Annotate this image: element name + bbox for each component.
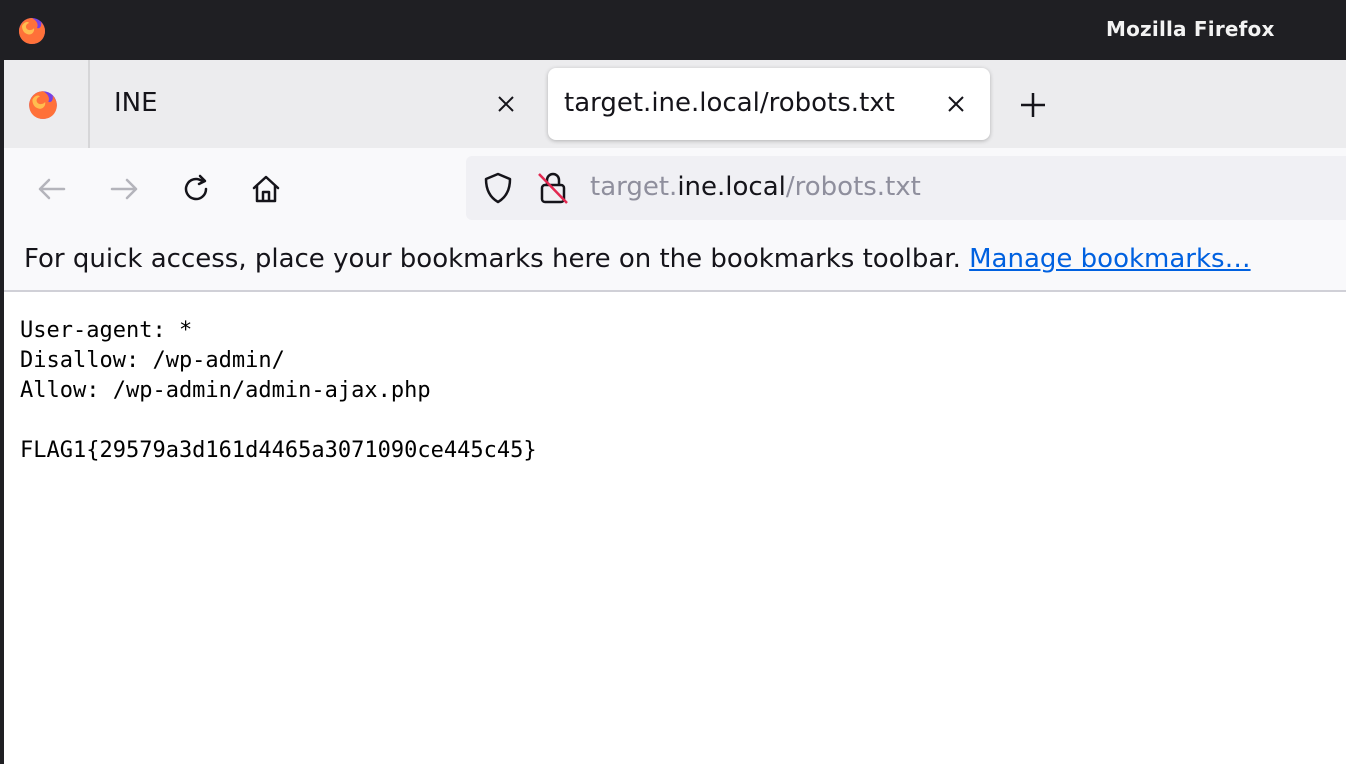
bookmarks-message: For quick access, place your bookmarks h… xyxy=(24,244,961,274)
firefox-logo-icon xyxy=(29,91,57,119)
url-bar[interactable]: target.ine.local/robots.txt xyxy=(466,156,1346,220)
close-icon[interactable] xyxy=(494,92,518,116)
url-path: /robots.txt xyxy=(785,172,921,202)
back-arrow-icon[interactable] xyxy=(34,171,70,207)
manage-bookmarks-link[interactable]: Manage bookmarks… xyxy=(969,244,1250,274)
robots-line: User-agent: * xyxy=(20,318,193,343)
window-title: Mozilla Firefox xyxy=(1106,17,1275,41)
tab-robots-txt[interactable]: target.ine.local/robots.txt xyxy=(548,68,990,140)
url-prefix: target. xyxy=(590,172,678,202)
close-icon[interactable] xyxy=(944,92,968,116)
tab-ine[interactable]: INE xyxy=(92,68,544,140)
tab-label: INE xyxy=(114,88,158,118)
bookmarks-toolbar-message-row: For quick access, place your bookmarks h… xyxy=(24,244,1251,274)
pinned-tab-firefox[interactable] xyxy=(4,60,90,148)
page-content: User-agent: * Disallow: /wp-admin/ Allow… xyxy=(20,316,537,466)
robots-line: Allow: /wp-admin/admin-ajax.php xyxy=(20,378,431,403)
shield-icon[interactable] xyxy=(482,171,514,205)
reload-icon[interactable] xyxy=(178,171,214,207)
robots-blank-line xyxy=(20,406,537,436)
insecure-lock-icon[interactable] xyxy=(536,170,570,206)
bookmarks-toolbar: For quick access, place your bookmarks h… xyxy=(4,230,1346,292)
tab-label: target.ine.local/robots.txt xyxy=(564,88,895,118)
robots-line: Disallow: /wp-admin/ xyxy=(20,348,285,373)
url-domain: ine.local xyxy=(677,172,786,202)
firefox-logo-icon xyxy=(19,18,45,44)
new-tab-button[interactable] xyxy=(1014,86,1052,124)
window-titlebar: Mozilla Firefox xyxy=(0,0,1346,60)
url-text[interactable]: target.ine.local/robots.txt xyxy=(590,172,921,202)
home-icon[interactable] xyxy=(248,171,284,207)
forward-arrow-icon[interactable] xyxy=(106,171,142,207)
flag-line: FLAG1{29579a3d161d4465a3071090ce445c45} xyxy=(20,438,537,463)
